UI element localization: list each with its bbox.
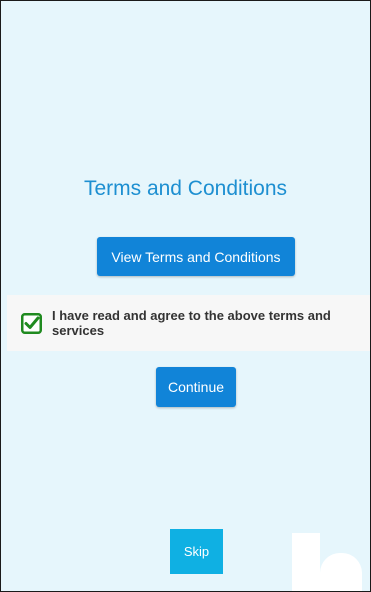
view-terms-button[interactable]: View Terms and Conditions [97,237,295,276]
continue-button[interactable]: Continue [156,367,236,407]
agree-checkbox-row[interactable]: I have read and agree to the above terms… [7,295,370,351]
checkbox-checked-icon[interactable] [21,312,42,334]
terms-screen: Terms and Conditions View Terms and Cond… [0,0,371,592]
page-title: Terms and Conditions [83,177,288,200]
agree-label: I have read and agree to the above terms… [52,308,331,338]
skip-button[interactable]: Skip [170,529,223,574]
background-decoration [320,553,362,591]
background-decoration [292,533,320,591]
